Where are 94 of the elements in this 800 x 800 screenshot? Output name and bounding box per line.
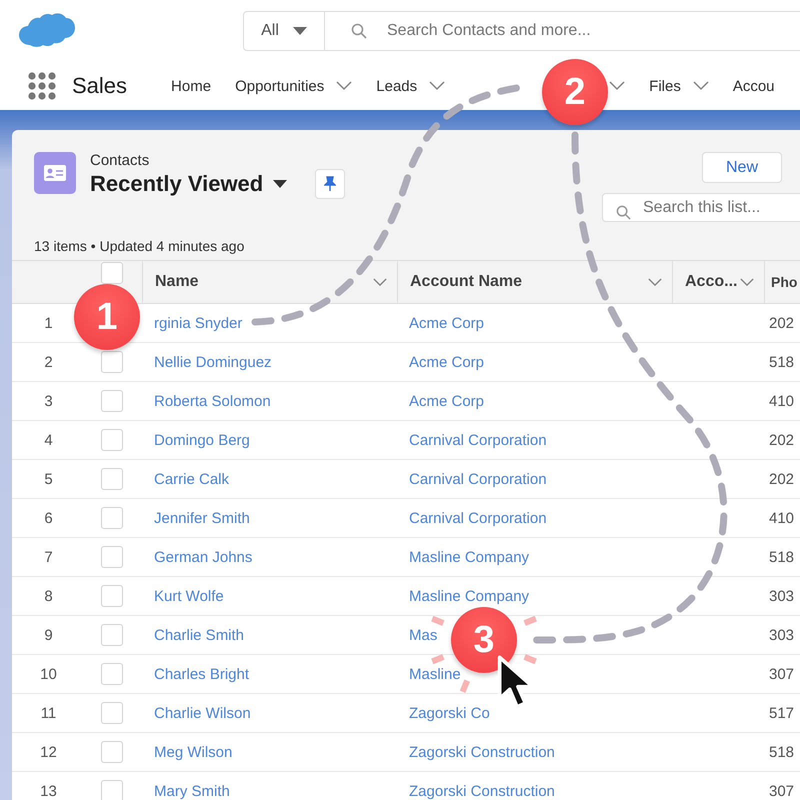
nav-tab[interactable]: Accou bbox=[732, 78, 775, 94]
row-number: 9 bbox=[44, 626, 53, 644]
row-number: 13 bbox=[40, 782, 57, 800]
contact-link[interactable]: Kurt Wolfe bbox=[154, 588, 224, 604]
row-number: 6 bbox=[44, 510, 53, 526]
chevron-down-icon[interactable] bbox=[429, 81, 446, 91]
chevron-down-icon[interactable] bbox=[740, 278, 754, 286]
row-checkbox[interactable] bbox=[101, 507, 123, 529]
row-number: 12 bbox=[40, 744, 57, 760]
chevron-down-icon[interactable] bbox=[373, 278, 387, 286]
account-link[interactable]: Zagorski Co bbox=[409, 704, 490, 722]
contact-link[interactable]: Jennifer Smith bbox=[154, 510, 250, 526]
row-number: 8 bbox=[44, 588, 53, 604]
account-link[interactable]: Masline Company bbox=[409, 588, 530, 604]
row-number: 11 bbox=[40, 704, 56, 722]
caret-icon[interactable] bbox=[273, 180, 288, 188]
table-cell: 303 bbox=[769, 588, 794, 604]
list-view-title[interactable]: Recently Viewed bbox=[90, 171, 264, 197]
pin-button[interactable] bbox=[315, 169, 346, 199]
row-number: 4 bbox=[44, 432, 53, 448]
nav-tab[interactable]: Leads bbox=[376, 78, 418, 94]
pin-icon bbox=[324, 176, 336, 192]
account-link[interactable]: Carnival Corporation bbox=[409, 510, 547, 526]
account-link[interactable]: Carnival Corporation bbox=[409, 470, 547, 488]
row-checkbox[interactable] bbox=[101, 546, 123, 568]
contact-link[interactable]: Carrie Calk bbox=[154, 470, 230, 488]
row-checkbox[interactable] bbox=[101, 351, 123, 373]
row-checkbox[interactable] bbox=[101, 390, 123, 412]
app-name: Sales bbox=[72, 73, 128, 99]
contact-link[interactable]: Meg Wilson bbox=[154, 744, 232, 760]
row-number: 1 bbox=[44, 314, 53, 332]
chevron-down-icon[interactable] bbox=[609, 81, 626, 91]
list-status: 13 items • Updated 4 minutes ago bbox=[34, 238, 246, 256]
account-link[interactable]: Zagorski Construction bbox=[409, 744, 555, 760]
account-link[interactable]: Acme Corp bbox=[409, 392, 484, 410]
app-launcher-icon[interactable] bbox=[28, 72, 56, 100]
account-link[interactable]: Mas bbox=[409, 626, 438, 644]
contact-link[interactable]: Roberta Solomon bbox=[154, 392, 271, 410]
contact-link[interactable]: rginia Snyder bbox=[154, 314, 242, 332]
list-search-field[interactable]: Search this list... bbox=[602, 193, 800, 222]
table-cell: 202 bbox=[769, 432, 794, 448]
table-cell: 307 bbox=[769, 782, 794, 800]
row-checkbox[interactable] bbox=[101, 741, 123, 763]
nav-tab[interactable]: Files bbox=[649, 78, 681, 94]
row-checkbox[interactable] bbox=[101, 663, 123, 685]
table-cell: 410 bbox=[769, 392, 794, 410]
search-icon bbox=[351, 23, 367, 39]
search-input[interactable]: Search Contacts and more... bbox=[385, 21, 800, 41]
nav-tab[interactable]: Home bbox=[171, 78, 212, 94]
table-cell: 518 bbox=[769, 548, 794, 566]
column-header[interactable]: Account Name bbox=[410, 273, 522, 291]
row-checkbox[interactable] bbox=[101, 702, 123, 724]
row-checkbox[interactable] bbox=[101, 624, 123, 646]
contact-link[interactable]: Mary Smith bbox=[154, 782, 230, 800]
new-button[interactable]: New bbox=[702, 152, 782, 184]
row-checkbox[interactable] bbox=[101, 780, 123, 800]
row-number: 7 bbox=[44, 548, 53, 566]
table-cell: 307 bbox=[769, 666, 794, 682]
account-link[interactable]: Carnival Corporation bbox=[409, 432, 547, 448]
table-cell: 518 bbox=[769, 744, 794, 760]
row-checkbox[interactable] bbox=[101, 429, 123, 451]
contact-card-icon bbox=[34, 152, 76, 194]
row-number: 5 bbox=[44, 470, 53, 488]
search-field[interactable]: Search Contacts and more... bbox=[325, 11, 800, 51]
account-link[interactable]: Acme Corp bbox=[409, 314, 484, 332]
contact-link[interactable]: Charlie Smith bbox=[154, 626, 244, 644]
contact-link[interactable]: Nellie Dominguez bbox=[154, 354, 272, 370]
row-number: 10 bbox=[40, 666, 57, 682]
select-all-checkbox[interactable] bbox=[101, 262, 123, 284]
account-link[interactable]: Acme Corp bbox=[409, 354, 484, 370]
step-badge: 2 bbox=[542, 59, 608, 125]
table-cell: 410 bbox=[769, 510, 794, 526]
account-link[interactable]: Zagorski Construction bbox=[409, 782, 555, 800]
row-number: 3 bbox=[44, 392, 53, 410]
table-cell: 303 bbox=[769, 626, 794, 644]
chevron-down-icon[interactable] bbox=[648, 278, 662, 286]
column-header[interactable]: Name bbox=[155, 273, 199, 291]
row-number: 2 bbox=[44, 354, 53, 370]
object-label: Contacts bbox=[90, 152, 150, 169]
contact-link[interactable]: Charles Bright bbox=[154, 666, 250, 682]
chevron-down-icon[interactable] bbox=[692, 81, 709, 91]
scope-dropdown[interactable]: All bbox=[243, 11, 325, 51]
row-checkbox[interactable] bbox=[101, 468, 123, 490]
row-checkbox[interactable] bbox=[101, 585, 123, 607]
contact-link[interactable]: German Johns bbox=[154, 548, 252, 566]
chevron-down-icon[interactable] bbox=[336, 81, 352, 91]
table-cell: 202 bbox=[769, 314, 794, 332]
contact-link[interactable]: Charlie Wilson bbox=[154, 704, 251, 722]
table-cell: 202 bbox=[769, 470, 794, 488]
table-cell: 517 bbox=[769, 704, 794, 722]
nav-tab[interactable]: Opportunities bbox=[235, 78, 324, 94]
table-cell: 518 bbox=[769, 354, 794, 370]
contact-link[interactable]: Domingo Berg bbox=[154, 432, 250, 448]
account-link[interactable]: Masline Company bbox=[409, 548, 530, 566]
